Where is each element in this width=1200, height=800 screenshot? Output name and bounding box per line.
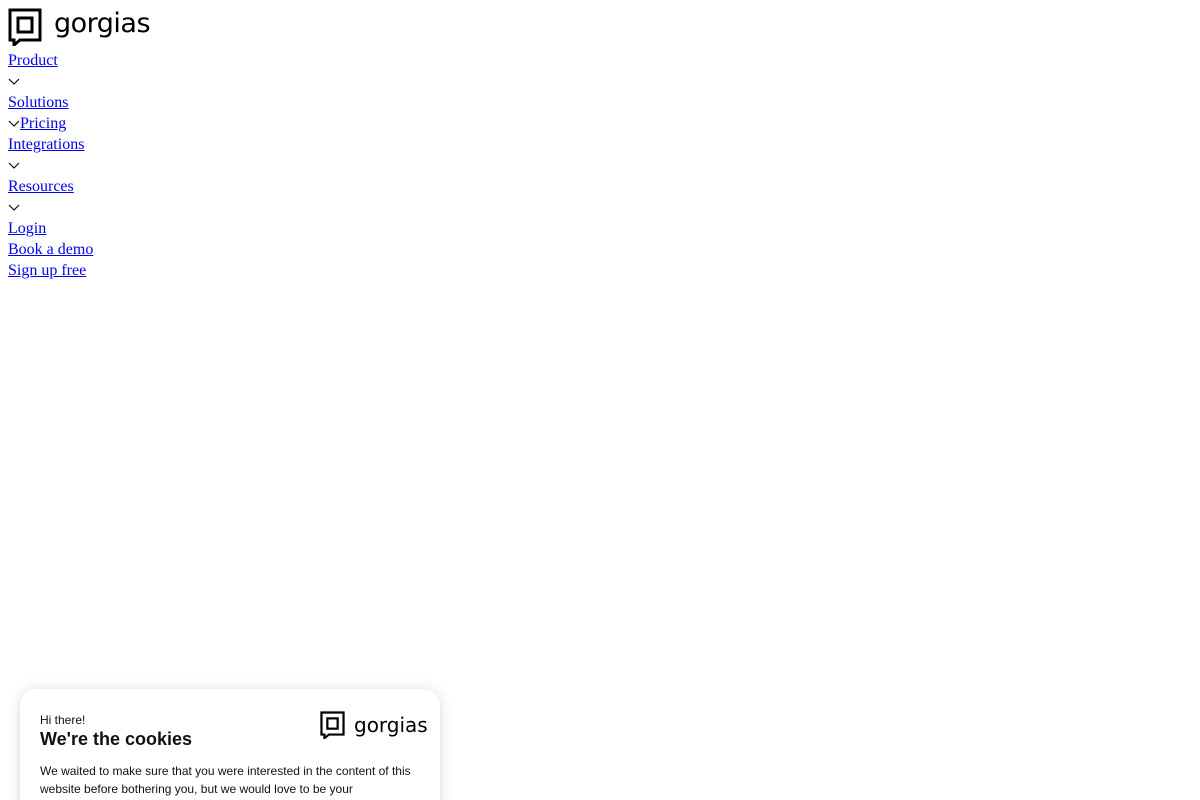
nav-login-row: Login — [8, 218, 408, 239]
page: gorgias Product Solutions Pricing Integr… — [0, 0, 1200, 800]
chevron-down-icon[interactable] — [8, 202, 20, 214]
main-nav: Product Solutions Pricing Integrations R… — [8, 50, 408, 281]
nav-item-pricing-row: Pricing — [8, 113, 408, 134]
nav-product-chevron-row — [8, 71, 408, 92]
chevron-down-icon[interactable] — [8, 76, 20, 88]
cookie-banner: Hi there! We're the cookies gorgias We w… — [20, 689, 440, 800]
nav-link-integrations[interactable]: Integrations — [8, 134, 84, 155]
cookie-banner-logo: gorgias — [320, 711, 428, 744]
nav-resources-chevron-row — [8, 197, 408, 218]
gorgias-logo-icon — [8, 8, 42, 46]
chevron-down-icon[interactable] — [8, 118, 20, 130]
nav-signup-row: Sign up free — [8, 260, 408, 281]
nav-link-product[interactable]: Product — [8, 50, 58, 71]
cookie-title: We're the cookies — [40, 729, 193, 749]
login-link[interactable]: Login — [8, 218, 46, 239]
cookie-greeting: Hi there! — [40, 713, 86, 727]
nav-item-resources-row: Resources — [8, 176, 408, 197]
nav-item-integrations-row: Integrations — [8, 134, 408, 155]
nav-item-product-row: Product — [8, 50, 408, 71]
nav-link-resources[interactable]: Resources — [8, 176, 74, 197]
nav-demo-row: Book a demo — [8, 239, 408, 260]
nav-item-solutions-row: Solutions — [8, 92, 408, 113]
gorgias-logo[interactable]: gorgias — [8, 7, 151, 46]
signup-link[interactable]: Sign up free — [8, 260, 86, 281]
cookie-body-text: We waited to make sure that you were int… — [40, 764, 411, 796]
chevron-down-icon[interactable] — [8, 160, 20, 172]
nav-link-pricing[interactable]: Pricing — [20, 113, 66, 134]
cookie-logo-wordmark: gorgias — [354, 712, 428, 737]
nav-integrations-chevron-row — [8, 155, 408, 176]
nav-link-solutions[interactable]: Solutions — [8, 92, 68, 113]
gorgias-logo-icon — [320, 711, 345, 744]
logo-wordmark: gorgias — [54, 7, 151, 39]
book-demo-link[interactable]: Book a demo — [8, 239, 93, 260]
